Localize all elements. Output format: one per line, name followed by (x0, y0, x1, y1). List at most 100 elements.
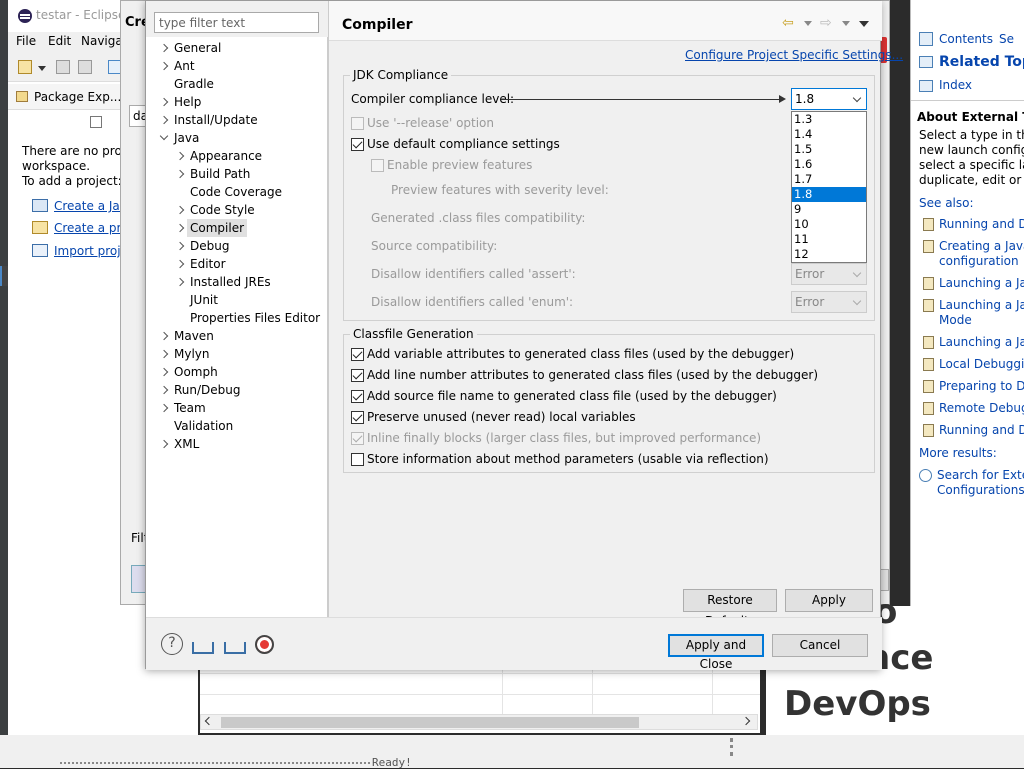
help-link[interactable]: Running and De (939, 423, 1024, 438)
tree-item[interactable]: Validation (174, 417, 233, 435)
chevron-right-icon[interactable] (175, 151, 185, 161)
scrollbar-thumb[interactable] (221, 717, 639, 728)
help-link[interactable]: Preparing to Deb (939, 379, 1024, 394)
tree-item[interactable]: Code Coverage (190, 183, 282, 201)
compliance-option[interactable]: 9 (792, 202, 866, 217)
tree-item[interactable]: Compiler (187, 219, 248, 237)
compliance-option[interactable]: 1.7 (792, 172, 866, 187)
back-menu-icon[interactable] (804, 21, 812, 26)
chevron-right-icon[interactable] (159, 43, 169, 53)
chevron-down-icon[interactable] (159, 131, 169, 141)
apply-button[interactable]: Apply (785, 589, 873, 612)
related-topics-tab[interactable]: Related Topics (939, 54, 1024, 70)
chevron-right-icon[interactable] (175, 223, 185, 233)
chevron-right-icon[interactable] (159, 385, 169, 395)
forward-arrow-icon[interactable]: ⇨ (820, 15, 832, 31)
chevron-right-icon[interactable] (175, 169, 185, 179)
configure-project-settings-link[interactable]: Configure Project Specific Settings... (685, 48, 903, 62)
help-link[interactable]: Creating a Java aconfiguration (939, 239, 1024, 269)
cancel-button[interactable]: Cancel (772, 634, 868, 657)
resize-grip[interactable] (730, 738, 733, 756)
filter-input[interactable] (154, 12, 319, 33)
collapse-all-icon[interactable] (90, 116, 102, 128)
record-icon[interactable] (255, 635, 274, 654)
apply-and-close-button[interactable]: Apply and Close (668, 634, 764, 671)
save-icon[interactable] (56, 60, 70, 74)
tree-item[interactable]: Code Style (190, 201, 255, 219)
view-menu-icon[interactable] (859, 21, 869, 27)
help-icon[interactable]: ? (161, 633, 183, 655)
tree-item[interactable]: Editor (190, 255, 226, 273)
compliance-option[interactable]: 1.4 (792, 127, 866, 142)
import-preferences-icon[interactable] (192, 642, 214, 654)
forward-menu-icon[interactable] (842, 21, 850, 26)
new-icon[interactable] (18, 60, 32, 74)
compliance-option[interactable]: 1.5 (792, 142, 866, 157)
help-link[interactable]: Local Debugging (939, 357, 1024, 372)
help-link[interactable]: Launching a Java (939, 276, 1024, 291)
classfile-option-checkbox[interactable] (351, 453, 364, 466)
import-project-link[interactable]: Import proje (54, 244, 128, 258)
chevron-right-icon[interactable] (159, 403, 169, 413)
chevron-right-icon[interactable] (159, 97, 169, 107)
tree-item[interactable]: Debug (190, 237, 229, 255)
classfile-option-checkbox[interactable] (351, 369, 364, 382)
disallow-assert-select[interactable]: Error (791, 263, 867, 285)
tree-item[interactable]: Oomph (174, 363, 218, 381)
help-link[interactable]: Launching a Java (939, 335, 1024, 350)
compliance-option[interactable]: 1.8 (792, 187, 866, 202)
use-default-compliance-checkbox[interactable] (351, 138, 364, 151)
export-preferences-icon[interactable] (224, 642, 246, 654)
chevron-right-icon[interactable] (159, 349, 169, 359)
chevron-right-icon[interactable] (159, 367, 169, 377)
chevron-right-icon[interactable] (175, 241, 185, 251)
restore-defaults-button[interactable]: Restore Defaults (683, 589, 777, 628)
compliance-option[interactable]: 11 (792, 232, 866, 247)
tree-item[interactable]: Java (174, 129, 199, 147)
tree-item[interactable]: Mylyn (174, 345, 210, 363)
tree-item[interactable]: Help (174, 93, 201, 111)
tree-item[interactable]: Install/Update (174, 111, 258, 129)
compliance-level-select[interactable]: 1.8 (791, 88, 867, 110)
search-external-link[interactable]: Search for ExternConfigurations (937, 468, 1024, 498)
classfile-option-checkbox[interactable] (351, 348, 364, 361)
classfile-option-checkbox[interactable] (351, 411, 364, 424)
chevron-right-icon[interactable] (175, 277, 185, 287)
tree-item[interactable]: Appearance (190, 147, 262, 165)
chevron-right-icon[interactable] (159, 331, 169, 341)
help-link[interactable]: Remote Debugg (939, 401, 1024, 416)
release-option-checkbox[interactable] (351, 117, 364, 130)
tree-item[interactable]: Build Path (190, 165, 250, 183)
compliance-option[interactable]: 1.3 (792, 112, 866, 127)
help-link[interactable]: Running and De (939, 217, 1024, 232)
scroll-right-icon[interactable] (741, 716, 751, 726)
tree-item[interactable]: Team (174, 399, 206, 417)
tree-item[interactable]: Gradle (174, 75, 214, 93)
menu-edit[interactable]: Edit (48, 34, 71, 48)
help-tab-search[interactable]: Se (999, 32, 1014, 46)
classfile-option-checkbox[interactable] (351, 390, 364, 403)
save-all-icon[interactable] (78, 60, 92, 74)
classfile-option-checkbox[interactable] (351, 432, 364, 445)
chevron-right-icon[interactable] (159, 61, 169, 71)
chevron-right-icon[interactable] (159, 439, 169, 449)
back-arrow-icon[interactable]: ⇦ (782, 15, 794, 31)
disallow-enum-select[interactable]: Error (791, 291, 867, 313)
horizontal-scrollbar[interactable] (200, 714, 758, 730)
compliance-option[interactable]: 1.6 (792, 157, 866, 172)
compliance-option[interactable]: 12 (792, 247, 866, 262)
new-dropdown-icon[interactable] (38, 66, 46, 71)
help-link[interactable]: Launching a JavaMode (939, 298, 1024, 328)
scroll-left-icon[interactable] (204, 716, 214, 726)
tree-item[interactable]: Installed JREs (190, 273, 271, 291)
compliance-option[interactable]: 10 (792, 217, 866, 232)
tree-item[interactable]: General (174, 39, 221, 57)
tree-item[interactable]: Run/Debug (174, 381, 241, 399)
enable-preview-checkbox[interactable] (371, 159, 384, 172)
tree-item[interactable]: XML (174, 435, 199, 453)
chevron-right-icon[interactable] (159, 115, 169, 125)
chevron-right-icon[interactable] (175, 205, 185, 215)
chevron-right-icon[interactable] (175, 259, 185, 269)
tree-item[interactable]: Ant (174, 57, 195, 75)
menu-file[interactable]: File (16, 34, 36, 48)
